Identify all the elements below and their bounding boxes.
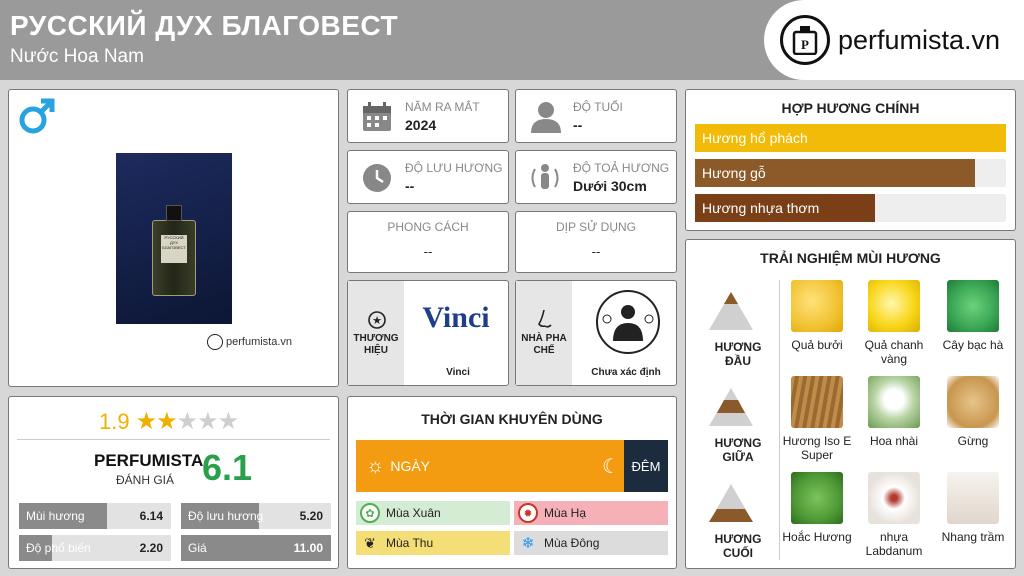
- brand-logo-image: Vinci: [416, 295, 496, 341]
- top-notes-pyramid-icon: [707, 290, 755, 337]
- patchouli-image: [791, 472, 843, 524]
- perfumista-rating: PERFUMISTA ĐÁNH GIÁ: [94, 451, 204, 487]
- page-subtitle: Nước Hoa Nam: [10, 46, 144, 67]
- page-title: РУССКИЙ ДУХ БЛАГОВЕСТ: [10, 10, 399, 41]
- moon-icon: ☾: [602, 456, 620, 478]
- perfumer-avatar: [595, 289, 661, 360]
- card-longevity: ĐỘ LƯU HƯƠNG --: [347, 150, 509, 204]
- product-image: РУССКИЙ ДУХ БЛАГОВЕСТ: [116, 153, 232, 324]
- user-rating: 1.9 ★★★★★: [99, 408, 240, 435]
- snowflake-icon: ❄: [521, 535, 535, 552]
- note-grapefruit[interactable]: Quả bưởi: [782, 280, 852, 352]
- tier-label-top: HƯƠNG ĐẦU: [714, 340, 762, 368]
- card-age: ĐỘ TUỔI --: [515, 89, 677, 143]
- base-notes-pyramid-icon: [707, 482, 755, 529]
- flower-icon: ✿: [360, 503, 380, 523]
- rating-panel: 1.9 ★★★★★ PERFUMISTA ĐÁNH GIÁ 6.1 Mùi hư…: [8, 396, 339, 569]
- nose-icon: [536, 309, 554, 336]
- day-bar: ☼ NGÀY: [356, 440, 624, 492]
- calendar-icon: [362, 102, 392, 137]
- timing-panel: THỜI GIAN KHUYÊN DÙNG ☼ NGÀY ☾ ĐÊM ✿ Mùa Xu…: [347, 396, 677, 569]
- lemon-image: [868, 280, 920, 332]
- watermark: perfumista.vn: [207, 334, 292, 350]
- metric-popularity: Độ phổ biến 2.20: [19, 535, 171, 561]
- metric-longevity: Độ lưu hương 5.20: [181, 503, 331, 529]
- brand-logo[interactable]: P perfumista.vn: [764, 0, 1024, 80]
- mint-image: [947, 280, 999, 332]
- card-occasion: DỊP SỬ DỤNG --: [515, 211, 677, 273]
- grapefruit-image: [791, 280, 843, 332]
- accords-panel: HỢP HƯƠNG CHÍNH Hương hổ phách Hương gỗ …: [685, 89, 1016, 231]
- tier-label-base: HƯƠNG CUỐI: [714, 532, 762, 560]
- metric-scent: Mùi hương 6.14: [19, 503, 171, 529]
- labdanum-image: [868, 472, 920, 524]
- radiating-person-icon: [528, 161, 562, 200]
- perfume-bottle-icon: P: [780, 15, 830, 65]
- season-spring: ✿ Mùa Xuân: [356, 501, 510, 525]
- tier-label-middle: HƯƠNG GIỮA: [714, 436, 762, 464]
- perfume-bottle-icon: [207, 334, 223, 350]
- brand-name: perfumista.vn: [838, 24, 1001, 55]
- male-icon: [17, 96, 57, 141]
- card-release-year: NĂM RA MẮT 2024: [347, 89, 509, 143]
- product-panel: РУССКИЙ ДУХ БЛАГОВЕСТ perfumista.vn: [8, 89, 339, 387]
- svg-text:P: P: [801, 37, 809, 52]
- perfumista-score: 6.1: [202, 447, 253, 488]
- accord-bar-amber: Hương hổ phách: [695, 124, 1006, 152]
- note-incense[interactable]: Nhang trầm: [938, 472, 1008, 544]
- card-perfumer[interactable]: NHÀ PHA CHẾ Chưa xác định: [515, 280, 677, 386]
- clock-icon: [362, 163, 392, 198]
- card-style: PHONG CÁCH --: [347, 211, 509, 273]
- night-bar: ☾ ĐÊM: [602, 440, 668, 492]
- jasmine-image: [868, 376, 920, 428]
- iso-e-super-image: [791, 376, 843, 428]
- season-autumn: ❦ Mùa Thu: [356, 531, 510, 555]
- note-iso-e-super[interactable]: Hương Iso E Super: [782, 376, 852, 462]
- incense-image: [947, 472, 999, 524]
- card-sillage: ĐỘ TOẢ HƯƠNG Dưới 30cm: [515, 150, 677, 204]
- metric-price: Giá 11.00: [181, 535, 331, 561]
- star-rating-icon: ★★★★★: [135, 408, 240, 435]
- leaf-icon: ❦: [364, 534, 376, 551]
- person-icon: [530, 100, 562, 139]
- card-brand[interactable]: ★ THƯƠNG HIỆU Vinci Vinci: [347, 280, 509, 386]
- note-mint[interactable]: Cây bạc hà: [938, 280, 1008, 352]
- note-lemon[interactable]: Quả chanh vàng: [859, 280, 929, 366]
- accord-bar-woody: Hương gỗ: [695, 159, 1006, 187]
- header-bar: РУССКИЙ ДУХ БЛАГОВЕСТ Nước Hoa Nam P per…: [0, 0, 1024, 80]
- accord-bar-resin: Hương nhựa thơm: [695, 194, 1006, 222]
- sun-icon: ✹: [518, 503, 538, 523]
- note-patchouli[interactable]: Hoắc Hương: [782, 472, 852, 544]
- sun-icon: ☼: [366, 454, 385, 477]
- middle-notes-pyramid-icon: [707, 386, 755, 433]
- note-ginger[interactable]: Gừng: [938, 376, 1008, 448]
- season-summer: ✹ Mùa Hạ: [514, 501, 668, 525]
- note-labdanum[interactable]: nhựa Labdanum: [859, 472, 929, 558]
- svg-text:★: ★: [372, 315, 382, 327]
- star-badge-icon: ★: [368, 311, 386, 334]
- season-winter: ❄ Mùa Đông: [514, 531, 668, 555]
- ginger-image: [947, 376, 999, 428]
- note-jasmine[interactable]: Hoa nhài: [859, 376, 929, 448]
- bottle-shape: РУССКИЙ ДУХ БЛАГОВЕСТ: [152, 205, 196, 296]
